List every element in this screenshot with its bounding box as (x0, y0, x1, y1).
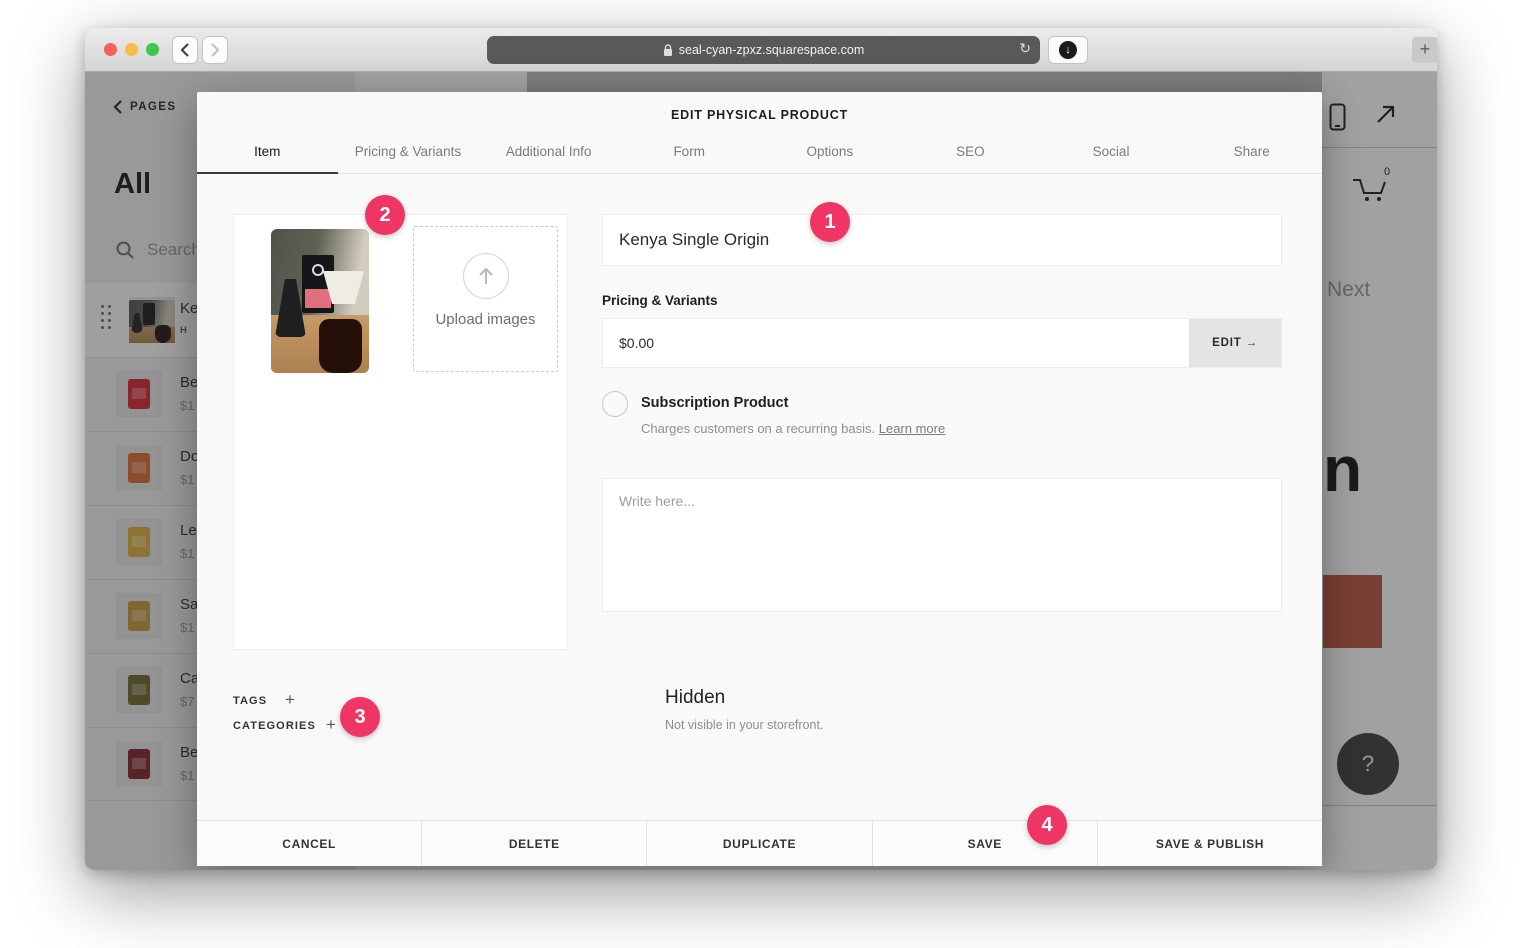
visibility-status: Hidden (665, 687, 725, 709)
url-text: seal-cyan-zpxz.squarespace.com (679, 43, 865, 57)
chevron-right-icon (210, 43, 220, 57)
product-title-input[interactable] (602, 214, 1282, 266)
subscription-description-text: Charges customers on a recurring basis. (641, 421, 875, 436)
download-icon: ↓ (1059, 41, 1077, 59)
visibility-description: Not visible in your storefront. (665, 718, 823, 732)
tab-additional-info[interactable]: Additional Info (478, 130, 619, 173)
traffic-lights (104, 43, 159, 56)
chevron-left-icon (180, 43, 190, 57)
price-input[interactable] (603, 319, 1189, 367)
screenshot-canvas: seal-cyan-zpxz.squarespace.com ↻ ↓ + PAG… (0, 0, 1522, 948)
browser-titlebar: seal-cyan-zpxz.squarespace.com ↻ ↓ + (85, 28, 1437, 72)
carafe-shape (319, 319, 362, 373)
close-window-button[interactable] (104, 43, 117, 56)
product-photo[interactable] (271, 229, 369, 373)
tab-item[interactable]: Item (197, 130, 338, 173)
new-tab-button[interactable]: + (1412, 37, 1437, 63)
upload-arrow-icon (463, 253, 509, 299)
add-tag-button[interactable]: + (285, 690, 295, 710)
annotation-badge-4: 4 (1027, 805, 1067, 845)
back-button[interactable] (172, 36, 198, 64)
minimize-window-button[interactable] (125, 43, 138, 56)
description-textarea[interactable] (602, 478, 1282, 612)
pricing-section-label: Pricing & Variants (602, 293, 718, 308)
browser-window: seal-cyan-zpxz.squarespace.com ↻ ↓ + PAG… (85, 28, 1437, 870)
annotation-badge-2: 2 (365, 195, 405, 235)
annotation-badge-1: 1 (810, 202, 850, 242)
upload-label: Upload images (414, 311, 557, 328)
tags-label: TAGS (233, 695, 267, 707)
tab-options[interactable]: Options (760, 130, 901, 173)
categories-label: CATEGORIES (233, 720, 316, 732)
add-category-button[interactable]: + (326, 715, 336, 735)
modal-action-bar: CANCEL DELETE DUPLICATE SAVE SAVE & PUBL… (197, 820, 1322, 866)
zoom-window-button[interactable] (146, 43, 159, 56)
duplicate-button[interactable]: DUPLICATE (646, 821, 871, 866)
tab-form[interactable]: Form (619, 130, 760, 173)
save-publish-button[interactable]: SAVE & PUBLISH (1097, 821, 1322, 866)
annotation-badge-3: 3 (340, 697, 380, 737)
subscription-radio[interactable] (602, 391, 628, 417)
upload-images-dropzone[interactable]: Upload images (413, 226, 558, 372)
price-row: EDIT → (602, 318, 1282, 368)
app-content: PAGES All Search (85, 72, 1437, 870)
reload-icon[interactable]: ↻ (1019, 41, 1031, 57)
tab-social[interactable]: Social (1041, 130, 1182, 173)
forward-button[interactable] (202, 36, 228, 64)
delete-button[interactable]: DELETE (421, 821, 646, 866)
edit-product-modal: EDIT PHYSICAL PRODUCT Item Pricing & Var… (197, 92, 1322, 866)
tab-share[interactable]: Share (1181, 130, 1322, 173)
edit-variants-button[interactable]: EDIT → (1189, 319, 1281, 367)
tab-seo[interactable]: SEO (900, 130, 1041, 173)
modal-title: EDIT PHYSICAL PRODUCT (197, 108, 1322, 122)
subscription-description: Charges customers on a recurring basis. … (641, 421, 945, 436)
product-images-panel: Upload images (233, 214, 568, 650)
learn-more-link[interactable]: Learn more (879, 421, 945, 436)
tab-pricing-variants[interactable]: Pricing & Variants (338, 130, 479, 173)
cancel-button[interactable]: CANCEL (197, 821, 421, 866)
modal-tabs: Item Pricing & Variants Additional Info … (197, 130, 1322, 174)
lock-icon (663, 44, 673, 57)
download-button[interactable]: ↓ (1048, 36, 1088, 64)
address-bar[interactable]: seal-cyan-zpxz.squarespace.com ↻ (487, 36, 1040, 64)
subscription-title: Subscription Product (641, 395, 788, 411)
